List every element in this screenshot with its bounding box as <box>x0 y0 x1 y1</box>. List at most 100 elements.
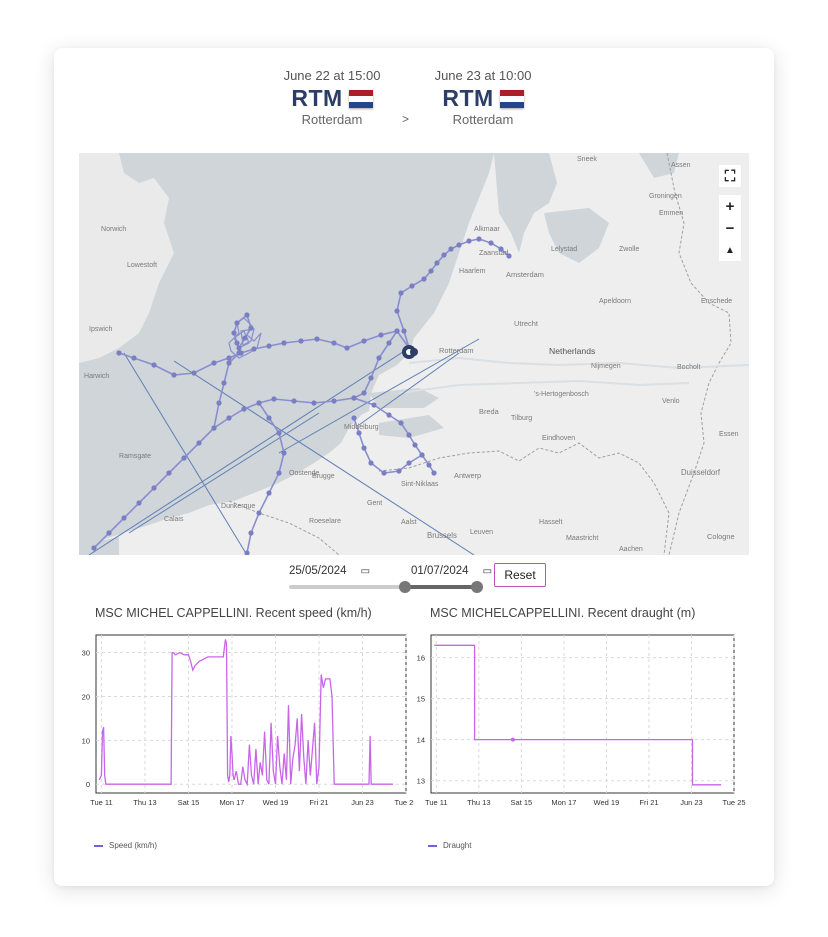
track-point <box>276 470 282 476</box>
date-range-start-handle[interactable] <box>399 581 411 593</box>
map-label: 's-Hertogenbosch <box>534 391 589 398</box>
date-range-filter: 25/05/2024 ▭ 01/07/2024 ▭ <box>289 563 529 593</box>
track-point <box>368 460 374 466</box>
track-point <box>476 236 482 242</box>
arrival-port-code: RTM <box>442 85 494 111</box>
compass-icon[interactable]: ▲ <box>719 239 741 261</box>
date-range-end-handle[interactable] <box>471 581 483 593</box>
map-label: Utrecht <box>514 319 538 328</box>
legend-swatch <box>428 844 437 847</box>
route-header: June 22 at 15:00 RTM Rotterdam > June 23… <box>54 68 774 138</box>
track-point <box>226 355 232 361</box>
map-label: Zwolle <box>619 246 639 253</box>
track-point <box>241 406 247 412</box>
track-point <box>251 346 257 352</box>
track-point <box>238 350 244 356</box>
track-point <box>248 530 254 536</box>
departure-port-code: RTM <box>291 85 343 111</box>
y-tick-label: 10 <box>82 736 90 745</box>
track-point <box>381 470 387 476</box>
map-label: Eindhoven <box>542 435 575 442</box>
map-label: Haarlem <box>459 268 486 275</box>
legend-label: Draught <box>443 841 472 850</box>
calendar-icon[interactable]: ▭ <box>361 566 370 577</box>
track-point <box>136 500 142 506</box>
end-date-field[interactable]: 01/07/2024 ▭ <box>411 565 492 577</box>
arrival-time: June 23 at 10:00 <box>434 68 532 83</box>
map-label: Aalst <box>401 519 417 526</box>
zoom-out-button[interactable]: − <box>719 217 741 239</box>
speed-chart-legend: Speed (km/h) <box>94 841 157 850</box>
end-date-value: 01/07/2024 <box>411 565 469 577</box>
map-label: Rotterdam <box>439 346 474 355</box>
calendar-icon[interactable]: ▭ <box>483 566 492 577</box>
track-point <box>378 332 384 338</box>
track-point <box>116 350 122 356</box>
track-point <box>166 470 172 476</box>
draught-chart: Tue 11 Thu 13 Sat 15 Mon 17 Wed 19 Fri 21 Jun … <box>417 634 746 807</box>
map-label: Lowestoft <box>127 262 157 269</box>
map-label: Leuven <box>470 529 493 536</box>
x-tick-label: Sat 15 <box>511 798 533 807</box>
track-point <box>344 345 350 351</box>
map-label: Breda <box>479 407 500 416</box>
plot-frame <box>430 634 735 794</box>
vessel-position-icon <box>402 345 418 359</box>
map-label: Apeldoorn <box>599 298 631 305</box>
speed-chart: Tue 11 Thu 13 Sat 15 Mon 17 Wed 19 Fri 21 Jun … <box>82 634 414 807</box>
y-tick-label: 14 <box>417 736 425 745</box>
zoom-in-button[interactable]: + <box>719 195 741 217</box>
date-range-slider[interactable] <box>289 581 483 593</box>
track-point <box>421 276 427 282</box>
track-point <box>488 240 494 246</box>
track-point <box>256 510 262 516</box>
track-point <box>311 400 317 406</box>
map-label: Sneek <box>577 156 597 163</box>
track-point <box>394 328 400 334</box>
track-point <box>398 420 404 426</box>
track-point <box>131 355 137 361</box>
map-label: Assen <box>671 162 691 169</box>
departure-city: Rotterdam <box>301 112 363 127</box>
map-label: Harwich <box>84 373 109 380</box>
track-point <box>409 283 415 289</box>
track-point <box>376 355 382 361</box>
x-tick-label: Mon 17 <box>551 798 576 807</box>
track-point <box>231 330 237 336</box>
track-point <box>256 400 262 406</box>
track-point <box>221 380 227 386</box>
map-label: Cologne <box>707 532 735 541</box>
vessel-track-map[interactable]: Sneek Assen Emmen Norwich Alkmaar Lelystad Zwo… <box>79 153 749 555</box>
track-point <box>298 338 304 344</box>
track-point <box>196 440 202 446</box>
track-point <box>291 398 297 404</box>
reset-button[interactable]: Reset <box>494 563 546 587</box>
track-point <box>216 400 222 406</box>
map-label: Sint-Niklaas <box>401 481 439 488</box>
series-line <box>98 639 393 787</box>
map-label: Ipswich <box>89 326 112 333</box>
legend-label: Speed (km/h) <box>109 841 158 850</box>
x-tick-label: Wed 19 <box>263 798 289 807</box>
map-label: Enschede <box>701 298 732 305</box>
start-date-field[interactable]: 25/05/2024 ▭ <box>289 565 370 577</box>
track-point <box>406 432 412 438</box>
track-point <box>276 430 282 436</box>
map-label: Netherlands <box>549 346 595 356</box>
speed-chart-title: MSC MICHEL CAPPELLINI. Recent speed (km/… <box>95 606 372 620</box>
draught-chart-title: MSC MICHELCAPPELLINI. Recent draught (m) <box>430 606 696 620</box>
track-point <box>394 308 400 314</box>
track-point <box>441 252 447 258</box>
map-label: Nijmegen <box>591 363 621 370</box>
map-label: Norwich <box>101 226 126 233</box>
fullscreen-icon[interactable]: ⛶ <box>719 165 741 187</box>
netherlands-flag-icon <box>348 89 373 108</box>
series-line <box>434 644 722 786</box>
y-tick-label: 30 <box>82 649 90 658</box>
track-point <box>386 340 392 346</box>
track-point <box>406 460 412 466</box>
track-point <box>386 412 392 418</box>
track-point <box>361 390 367 396</box>
track-point <box>151 362 157 368</box>
map-label: Venlo <box>662 398 680 405</box>
